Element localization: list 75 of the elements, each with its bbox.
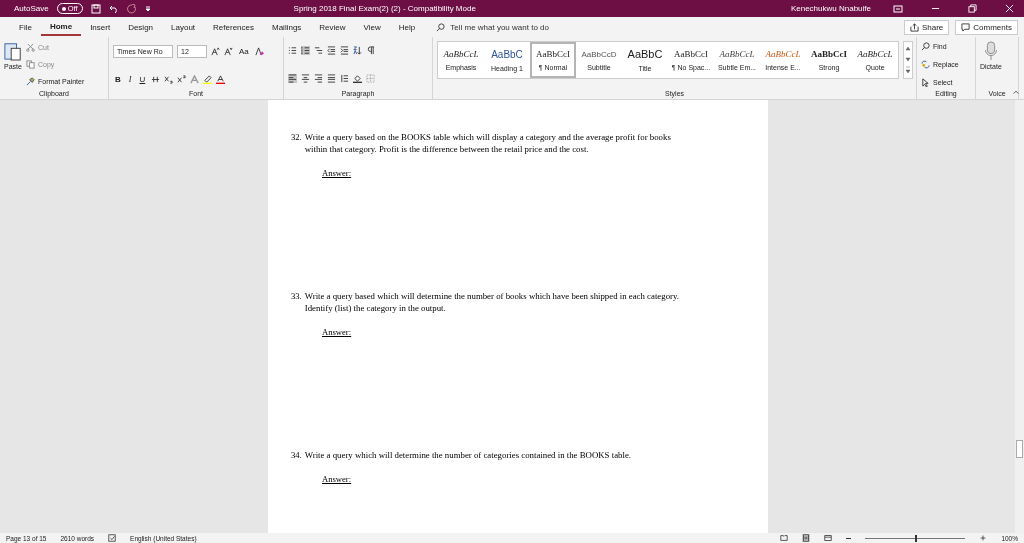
search-icon: [921, 41, 930, 51]
web-layout-icon[interactable]: [824, 534, 833, 542]
vertical-scrollbar[interactable]: [1015, 100, 1024, 533]
tell-me-field[interactable]: Tell me what you want to do: [436, 22, 591, 32]
ribbon-tab[interactable]: Mailings: [263, 19, 311, 35]
ribbon-tab[interactable]: View: [354, 19, 390, 35]
zoom-in-icon[interactable]: [979, 534, 988, 542]
increase-indent-icon[interactable]: [340, 46, 349, 56]
justify-icon[interactable]: [327, 73, 336, 83]
collapse-ribbon-icon[interactable]: [1012, 88, 1020, 96]
user-name: Kenechukwu Nnabuife: [790, 4, 871, 13]
ribbon-tab[interactable]: Insert: [81, 19, 120, 35]
line-spacing-icon[interactable]: [340, 73, 349, 83]
save-icon[interactable]: [90, 3, 101, 14]
question-text: Write a query based on the BOOKS table which will display a category and the average profit for books within that category. Profit is the difference between the retail price and the cost.: [304, 132, 672, 156]
proofing-icon[interactable]: [108, 534, 117, 542]
highlighter-icon[interactable]: [203, 74, 213, 84]
superscript-icon[interactable]: [177, 74, 187, 84]
answer-label: Answer:: [322, 473, 352, 484]
paintbrush-icon: [26, 77, 35, 86]
ribbon-display-icon[interactable]: [893, 3, 903, 14]
ribbon-tab[interactable]: Review: [310, 19, 355, 35]
numbering-icon[interactable]: [301, 46, 310, 56]
ribbon-tab[interactable]: Layout: [162, 19, 205, 35]
underline-button[interactable]: U: [137, 74, 148, 84]
question-text: Write a query based which will determine the number of books which have been shipped in each category. Identify (list) the category in the output.: [304, 291, 681, 315]
clear-formatting-icon[interactable]: [254, 47, 264, 57]
ribbon-tab[interactable]: File: [10, 19, 41, 35]
shading-icon[interactable]: [353, 73, 362, 83]
bullets-icon[interactable]: [288, 46, 297, 56]
customize-icon[interactable]: [144, 5, 151, 12]
comment-icon: [961, 22, 971, 32]
grow-font-icon[interactable]: [211, 47, 220, 57]
share-icon: [909, 22, 919, 32]
question-number: 34.: [291, 450, 302, 462]
read-mode-icon[interactable]: [780, 534, 789, 542]
redo-icon: [126, 3, 137, 14]
restore-icon[interactable]: [968, 4, 977, 13]
question-number: 33.: [291, 291, 302, 303]
scissors-icon: [26, 43, 35, 52]
search-icon: [436, 22, 446, 32]
autosave-label: AutoSave: [14, 4, 49, 13]
ribbon-tab[interactable]: Help: [389, 19, 425, 35]
answer-label: Answer:: [322, 326, 352, 337]
question-number: 32.: [291, 132, 302, 144]
sort-icon[interactable]: [353, 46, 362, 56]
change-case-button[interactable]: Aa: [237, 47, 251, 57]
decrease-indent-icon[interactable]: [327, 46, 336, 56]
replace-icon: [921, 60, 930, 69]
question-text: Write a query which will determine the number of categories contained in the BOOKS table.: [304, 450, 632, 462]
print-layout-icon[interactable]: [802, 534, 811, 542]
shrink-font-icon[interactable]: [224, 47, 233, 57]
ribbon-tab[interactable]: References: [204, 19, 263, 35]
window-title: Spring 2018 Final Exam(2) (2) - Compatibility Mode: [293, 4, 477, 13]
close-icon[interactable]: [1005, 4, 1014, 13]
align-right-icon[interactable]: [314, 73, 323, 83]
undo-icon[interactable]: [108, 3, 119, 14]
ribbon-tab[interactable]: Design: [119, 19, 163, 35]
comments-button[interactable]: Comments: [955, 19, 1018, 35]
italic-button[interactable]: I: [126, 74, 134, 84]
subscript-icon[interactable]: [164, 74, 174, 84]
clipboard-icon: [4, 41, 22, 61]
share-button[interactable]: Share: [903, 19, 950, 35]
gallery-scrollbar[interactable]: [903, 41, 913, 79]
cursor-icon: [921, 78, 930, 88]
strikethrough-icon[interactable]: [151, 74, 161, 84]
bold-button[interactable]: B: [113, 74, 123, 84]
copy-icon: [26, 60, 35, 69]
ribbon-tab[interactable]: Home: [40, 18, 82, 36]
align-left-icon[interactable]: [288, 73, 297, 83]
pilcrow-icon[interactable]: [366, 46, 375, 56]
answer-label: Answer:: [322, 167, 352, 178]
align-center-icon[interactable]: [301, 73, 310, 83]
multilevel-list-icon[interactable]: [314, 46, 323, 56]
font-color-icon[interactable]: [216, 74, 226, 84]
